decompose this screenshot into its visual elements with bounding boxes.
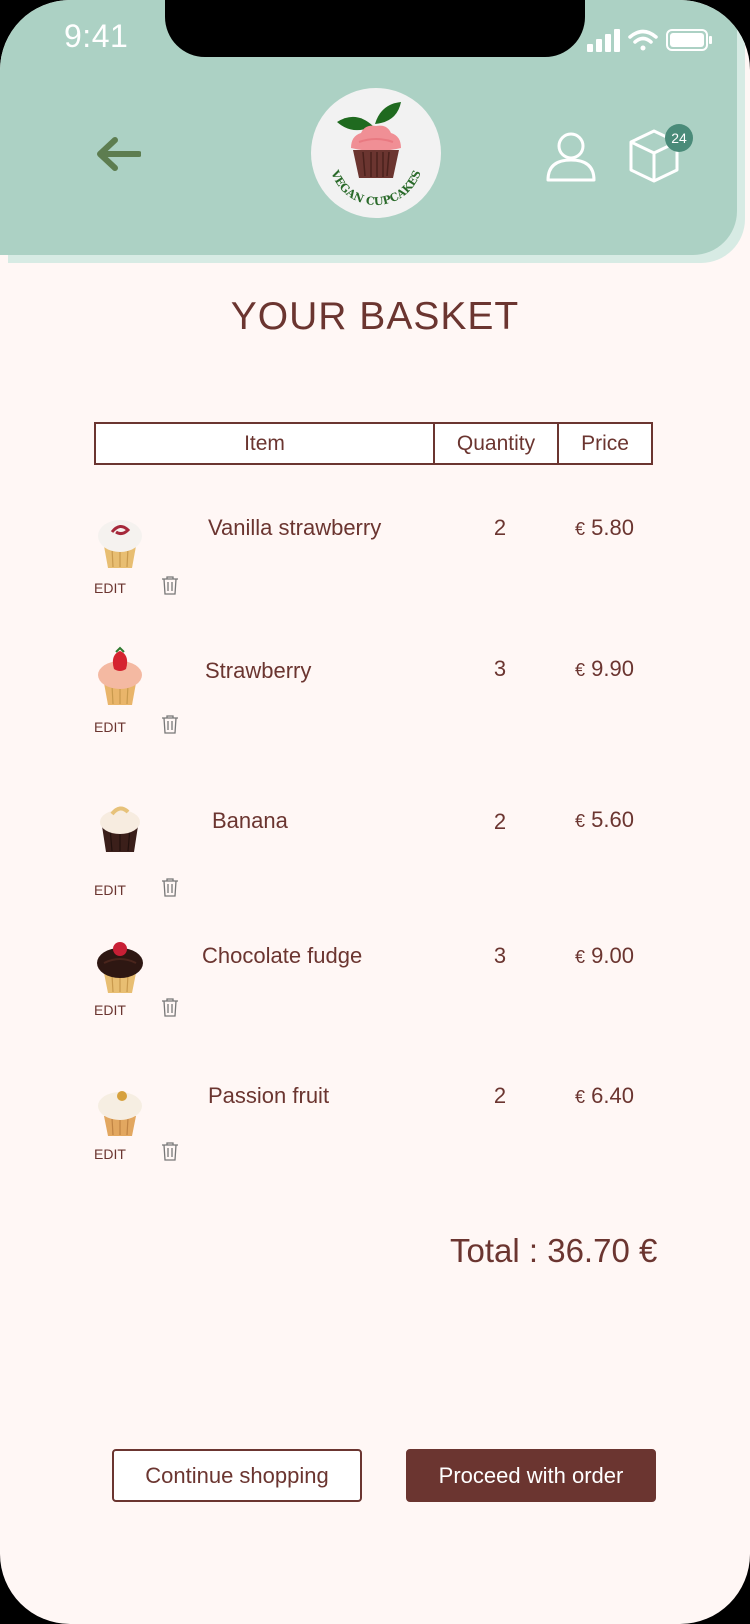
cupcake-vanilla-strawberry-thumbnail xyxy=(98,520,142,568)
item-name: Banana xyxy=(212,808,288,833)
item-price: € 5.80 xyxy=(575,515,634,541)
column-header-quantity: Quantity xyxy=(433,424,557,463)
currency-symbol: € xyxy=(575,947,586,967)
currency-symbol: € xyxy=(575,660,586,680)
trash-icon[interactable] xyxy=(161,575,179,595)
item-name: Chocolate fudge xyxy=(202,943,363,968)
item-quantity: 3 xyxy=(493,656,507,681)
signal-icon xyxy=(587,29,620,52)
cupcake-chocolate-fudge-thumbnail xyxy=(97,942,143,993)
proceed-with-order-button[interactable]: Proceed with order xyxy=(406,1449,656,1502)
item-price-value: 6.40 xyxy=(591,1083,634,1108)
item-quantity: 2 xyxy=(493,515,507,540)
page-title: YOUR BASKET xyxy=(230,295,520,338)
edit-button[interactable]: EDIT xyxy=(94,1002,126,1018)
table-row: EDIT Banana 2 € 5.60 xyxy=(0,796,750,898)
cupcake-passion-fruit-thumbnail xyxy=(98,1091,142,1136)
column-header-item: Item xyxy=(244,431,285,455)
column-header-price: Price xyxy=(557,424,651,463)
battery-icon xyxy=(666,29,712,51)
logo[interactable]: VEGAN CUPCAKES xyxy=(311,88,441,218)
cupcake-strawberry-thumbnail xyxy=(98,646,142,705)
item-name: Vanilla strawberry xyxy=(208,515,382,540)
item-price: € 6.40 xyxy=(575,1083,634,1109)
status-icons xyxy=(587,29,712,52)
currency-symbol: € xyxy=(575,1087,586,1107)
item-price: € 9.00 xyxy=(575,943,634,969)
trash-icon[interactable] xyxy=(161,714,179,734)
item-quantity: 3 xyxy=(493,943,507,968)
item-name: Strawberry xyxy=(205,658,312,683)
status-time: 9:41 xyxy=(64,18,129,54)
item-quantity: 2 xyxy=(493,809,507,834)
item-price: € 5.60 xyxy=(575,807,634,833)
item-name: Passion fruit xyxy=(208,1083,330,1108)
order-total: Total : 36.70 € xyxy=(450,1232,658,1269)
basket-count-badge: 24 xyxy=(665,124,693,152)
trash-icon[interactable] xyxy=(161,877,179,897)
notch xyxy=(165,0,585,57)
trash-icon[interactable] xyxy=(161,997,179,1017)
item-price-value: 9.00 xyxy=(591,943,634,968)
currency-symbol: € xyxy=(575,519,586,539)
wifi-icon xyxy=(628,29,658,51)
table-row: EDIT Chocolate fudge 3 € 9.00 xyxy=(0,932,750,1032)
table-header: Item Quantity Price xyxy=(94,422,653,465)
table-row: EDIT Strawberry 3 € 9.90 xyxy=(0,646,750,747)
edit-button[interactable]: EDIT xyxy=(94,1146,126,1162)
item-price: € 9.90 xyxy=(575,656,634,682)
item-price-value: 9.90 xyxy=(591,656,634,681)
item-quantity: 2 xyxy=(493,1083,507,1108)
table-row: EDIT Vanilla strawberry 2 € 5.80 xyxy=(0,505,750,605)
item-price-value: 5.80 xyxy=(591,515,634,540)
edit-button[interactable]: EDIT xyxy=(94,882,126,898)
edit-button[interactable]: EDIT xyxy=(94,580,126,596)
currency-symbol: € xyxy=(575,811,586,831)
phone-screen: 9:41 VEGAN CUPCAKES 24 YOUR BASKET Item … xyxy=(0,0,750,1624)
item-price-value: 5.60 xyxy=(591,807,634,832)
edit-button[interactable]: EDIT xyxy=(94,719,126,735)
back-arrow-icon[interactable] xyxy=(95,136,141,172)
trash-icon[interactable] xyxy=(161,1141,179,1161)
continue-shopping-button[interactable]: Continue shopping xyxy=(112,1449,362,1502)
cupcake-banana-thumbnail xyxy=(100,806,140,852)
cupcake-logo-icon: VEGAN CUPCAKES xyxy=(328,102,424,208)
table-row: EDIT Passion fruit 2 € 6.40 xyxy=(0,1072,750,1172)
user-icon[interactable] xyxy=(545,130,597,182)
